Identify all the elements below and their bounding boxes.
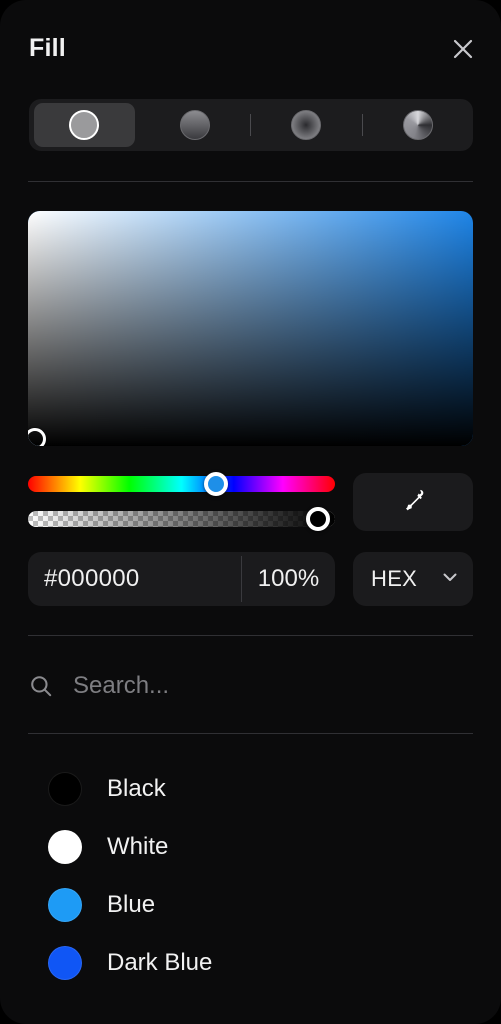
alpha-gradient-overlay (28, 511, 335, 527)
radial-gradient-circle-icon (291, 110, 322, 140)
fill-type-linear-gradient[interactable] (140, 99, 251, 151)
color-mode-label: HEX (371, 566, 418, 591)
search-icon (28, 673, 56, 699)
saturation-value-field[interactable] (28, 211, 473, 446)
color-swatch-list: Black White Blue Dark Blue (28, 760, 473, 992)
header-divider (28, 181, 473, 182)
fill-type-segmented-control (29, 99, 473, 151)
color-swatch-label: Black (107, 775, 166, 802)
list-item[interactable]: Blue (28, 876, 473, 934)
color-swatch-dot (48, 772, 82, 806)
eyedropper-button[interactable] (353, 473, 473, 531)
solid-circle-icon (69, 110, 100, 140)
search-placeholder: Search... (73, 672, 170, 699)
color-swatch-label: White (107, 833, 169, 860)
hue-slider-handle[interactable] (204, 472, 228, 496)
fill-color-picker-panel: Fill #000000 100% HEX Search... Black Wh… (0, 0, 501, 1024)
color-mode-select[interactable]: HEX (353, 552, 473, 606)
panel-header: Fill (0, 0, 501, 92)
search-divider-bottom (28, 733, 473, 734)
opacity-input[interactable]: 100% (242, 552, 335, 606)
search-divider-top (28, 635, 473, 636)
chevron-down-icon (441, 568, 459, 591)
color-swatch-label: Dark Blue (107, 949, 213, 976)
color-swatch-dot (48, 830, 82, 864)
fill-type-angular-gradient[interactable] (363, 99, 474, 151)
close-icon (452, 38, 474, 60)
color-swatch-dot (48, 888, 82, 922)
color-swatch-dot (48, 946, 82, 980)
angular-gradient-circle-icon (402, 110, 433, 140)
search-input[interactable]: Search... (28, 663, 473, 709)
sv-black-layer (28, 211, 473, 446)
eyedropper-icon (400, 487, 426, 518)
fill-type-solid[interactable] (29, 99, 140, 151)
alpha-slider[interactable] (28, 511, 335, 527)
hex-input-group: #000000 100% (28, 552, 335, 606)
list-item[interactable]: White (28, 818, 473, 876)
hue-slider[interactable] (28, 476, 335, 492)
list-item[interactable]: Black (28, 760, 473, 818)
linear-gradient-circle-icon (179, 110, 210, 140)
close-button[interactable] (447, 33, 479, 65)
alpha-slider-handle[interactable] (306, 507, 330, 531)
hex-input[interactable]: #000000 (28, 552, 241, 606)
page-title: Fill (29, 34, 66, 62)
list-item[interactable]: Dark Blue (28, 934, 473, 992)
color-swatch-label: Blue (107, 891, 156, 918)
fill-type-radial-gradient[interactable] (251, 99, 362, 151)
